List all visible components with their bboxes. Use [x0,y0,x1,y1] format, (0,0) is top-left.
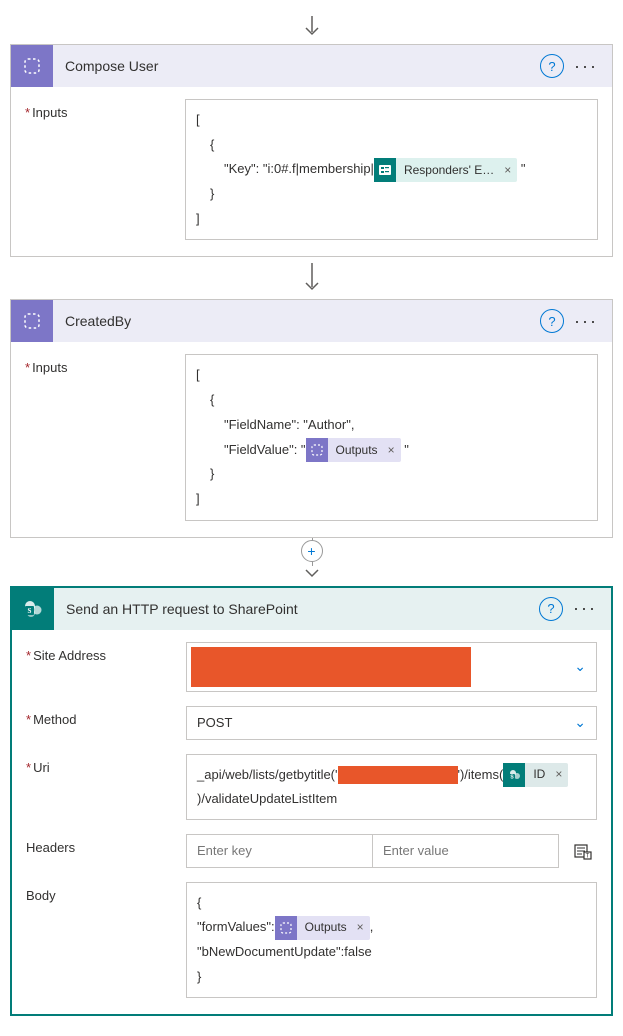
token-id[interactable]: SID× [503,763,568,787]
more-menu-button[interactable]: ··· [570,311,602,332]
more-menu-button[interactable]: ··· [569,598,601,619]
token-remove-icon[interactable]: × [386,439,401,462]
svg-text:T: T [586,853,590,859]
inputs-field[interactable]: [ { "Key": "i:0#.f|membership|Responders… [185,99,598,240]
card-http-sharepoint: S Send an HTTP request to SharePoint ? ·… [10,586,613,1017]
token-remove-icon[interactable]: × [553,764,568,786]
header-key-input[interactable]: Enter key [186,834,373,868]
inputs-field[interactable]: [ { "FieldName": "Author", "FieldValue":… [185,354,598,520]
label-site-address: Site Address [26,642,186,663]
more-menu-button[interactable]: ··· [570,56,602,77]
card-title: Send an HTTP request to SharePoint [54,601,539,617]
token-outputs[interactable]: Outputs× [306,438,401,462]
compose-icon [11,300,53,342]
card-title: Compose User [53,58,540,74]
card-header[interactable]: CreatedBy ? ··· [11,300,612,342]
switch-to-text-mode-button[interactable]: T [569,837,597,865]
help-button[interactable]: ? [540,54,564,78]
card-header[interactable]: Compose User ? ··· [11,45,612,87]
card-title: CreatedBy [53,313,540,329]
svg-text:S: S [28,607,32,615]
redacted-list-name [338,766,458,784]
add-step: + [10,538,613,566]
label-body: Body [26,882,186,903]
help-button[interactable]: ? [540,309,564,333]
header-value-input[interactable]: Enter value [373,834,559,868]
help-button[interactable]: ? [539,597,563,621]
label-headers: Headers [26,834,186,855]
flow-arrow [10,566,613,586]
card-createdby: CreatedBy ? ··· Inputs [ { "FieldName": … [10,299,613,537]
sharepoint-small-icon: S [503,763,525,787]
card-header[interactable]: S Send an HTTP request to SharePoint ? ·… [12,588,611,630]
flow-arrow [10,257,613,299]
label-uri: Uri [26,754,186,775]
label-inputs: Inputs [25,99,185,120]
flow-arrow [10,10,613,44]
method-select[interactable]: POST ⌄ [186,706,597,740]
label-method: Method [26,706,186,727]
add-step-button[interactable]: + [301,540,323,562]
redacted-site-address [191,647,471,687]
token-responders-email[interactable]: Responders' E…× [374,158,517,182]
token-outputs[interactable]: Outputs× [275,916,370,940]
sharepoint-icon: S [12,588,54,630]
compose-icon [11,45,53,87]
body-field[interactable]: { "formValues":Outputs×, "bNewDocumentUp… [186,882,597,999]
chevron-down-icon: ⌄ [574,714,586,731]
token-remove-icon[interactable]: × [355,916,370,939]
card-compose-user: Compose User ? ··· Inputs [ { "Key": "i:… [10,44,613,257]
compose-small-icon [306,438,328,462]
site-address-select[interactable]: ⌄ [186,642,597,692]
uri-field[interactable]: _api/web/lists/getbytitle('')/items(SID×… [186,754,597,820]
token-remove-icon[interactable]: × [502,159,517,182]
label-inputs: Inputs [25,354,185,375]
forms-icon [374,158,396,182]
compose-small-icon [275,916,297,940]
chevron-down-icon: ⌄ [574,658,586,675]
